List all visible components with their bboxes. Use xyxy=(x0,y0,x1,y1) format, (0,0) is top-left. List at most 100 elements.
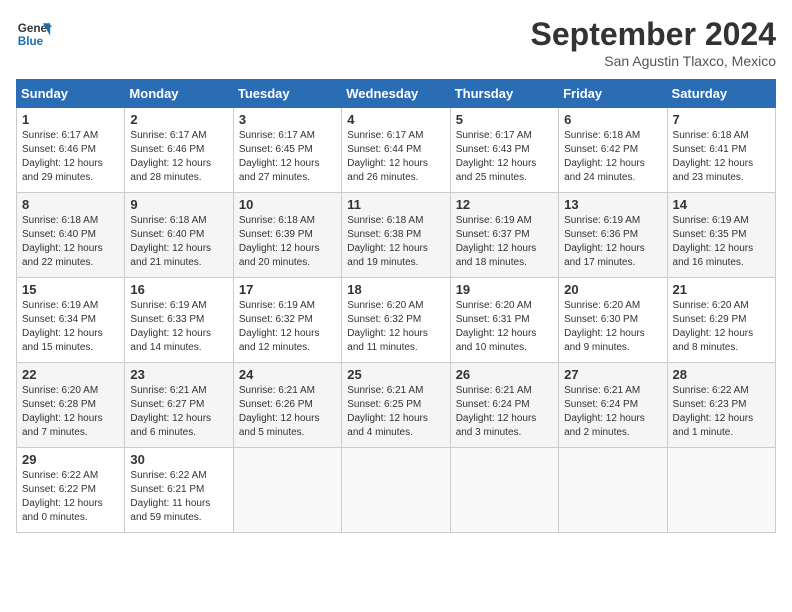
day-info: Sunrise: 6:21 AMSunset: 6:24 PMDaylight:… xyxy=(456,384,553,440)
day-info: Sunrise: 6:20 AMSunset: 6:32 PMDaylight:… xyxy=(347,299,444,355)
day-info: Sunrise: 6:20 AMSunset: 6:31 PMDaylight:… xyxy=(456,299,553,355)
calendar-cell xyxy=(667,448,775,533)
calendar-cell: 12 Sunrise: 6:19 AMSunset: 6:37 PMDayligh… xyxy=(450,193,558,278)
calendar-cell: 26Sunrise: 6:21 AMSunset: 6:24 PMDayligh… xyxy=(450,363,558,448)
day-info: Sunrise: 6:19 AMSunset: 6:32 PMDaylight:… xyxy=(239,299,336,355)
day-number: 4 xyxy=(347,112,444,127)
day-number: 25 xyxy=(347,367,444,382)
calendar-week-row: 8 Sunrise: 6:18 AMSunset: 6:40 PMDaylight… xyxy=(17,193,776,278)
col-monday: Monday xyxy=(125,80,233,108)
calendar-cell: 2 Sunrise: 6:17 AMSunset: 6:46 PMDaylight… xyxy=(125,108,233,193)
day-number: 11 xyxy=(347,197,444,212)
col-saturday: Saturday xyxy=(667,80,775,108)
calendar-week-row: 22 Sunrise: 6:20 AMSunset: 6:28 PMDayligh… xyxy=(17,363,776,448)
day-number: 9 xyxy=(130,197,227,212)
day-info: Sunrise: 6:21 AMSunset: 6:27 PMDaylight:… xyxy=(130,384,227,440)
day-info: Sunrise: 6:22 AMSunset: 6:21 PMDaylight:… xyxy=(130,469,227,525)
day-info: Sunrise: 6:18 AMSunset: 6:38 PMDaylight:… xyxy=(347,214,444,270)
day-info: Sunrise: 6:18 AMSunset: 6:41 PMDaylight:… xyxy=(673,129,770,185)
day-info: Sunrise: 6:22 AMSunset: 6:23 PMDaylight:… xyxy=(673,384,770,440)
day-info: Sunrise: 6:19 AMSunset: 6:35 PMDaylight:… xyxy=(673,214,770,270)
day-number: 1 xyxy=(22,112,119,127)
calendar-cell: 25 Sunrise: 6:21 AMSunset: 6:25 PMDayligh… xyxy=(342,363,450,448)
day-number: 16 xyxy=(130,282,227,297)
calendar-cell: 8 Sunrise: 6:18 AMSunset: 6:40 PMDaylight… xyxy=(17,193,125,278)
day-number: 8 xyxy=(22,197,119,212)
calendar-cell: 18Sunrise: 6:20 AMSunset: 6:32 PMDayligh… xyxy=(342,278,450,363)
calendar-cell: 14 Sunrise: 6:19 AMSunset: 6:35 PMDayligh… xyxy=(667,193,775,278)
day-info: Sunrise: 6:18 AMSunset: 6:40 PMDaylight:… xyxy=(130,214,227,270)
day-info: Sunrise: 6:21 AMSunset: 6:24 PMDaylight:… xyxy=(564,384,661,440)
day-info: Sunrise: 6:21 AMSunset: 6:26 PMDaylight:… xyxy=(239,384,336,440)
day-number: 6 xyxy=(564,112,661,127)
calendar-cell: 10 Sunrise: 6:18 AMSunset: 6:39 PMDayligh… xyxy=(233,193,341,278)
calendar-cell: 16 Sunrise: 6:19 AMSunset: 6:33 PMDayligh… xyxy=(125,278,233,363)
calendar-cell: 29 Sunrise: 6:22 AMSunset: 6:22 PMDayligh… xyxy=(17,448,125,533)
day-number: 10 xyxy=(239,197,336,212)
day-info: Sunrise: 6:21 AMSunset: 6:25 PMDaylight:… xyxy=(347,384,444,440)
calendar-cell: 23 Sunrise: 6:21 AMSunset: 6:27 PMDayligh… xyxy=(125,363,233,448)
day-number: 15 xyxy=(22,282,119,297)
calendar-cell: 30 Sunrise: 6:22 AMSunset: 6:21 PMDayligh… xyxy=(125,448,233,533)
calendar-cell: 11 Sunrise: 6:18 AMSunset: 6:38 PMDayligh… xyxy=(342,193,450,278)
day-info: Sunrise: 6:20 AMSunset: 6:28 PMDaylight:… xyxy=(22,384,119,440)
day-info: Sunrise: 6:17 AMSunset: 6:46 PMDaylight:… xyxy=(130,129,227,185)
day-number: 2 xyxy=(130,112,227,127)
day-number: 29 xyxy=(22,452,119,467)
calendar-cell: 19 Sunrise: 6:20 AMSunset: 6:31 PMDayligh… xyxy=(450,278,558,363)
day-info: Sunrise: 6:17 AMSunset: 6:46 PMDaylight:… xyxy=(22,129,119,185)
day-number: 14 xyxy=(673,197,770,212)
calendar-cell: 9 Sunrise: 6:18 AMSunset: 6:40 PMDaylight… xyxy=(125,193,233,278)
col-tuesday: Tuesday xyxy=(233,80,341,108)
day-info: Sunrise: 6:22 AMSunset: 6:22 PMDaylight:… xyxy=(22,469,119,525)
calendar-cell: 22 Sunrise: 6:20 AMSunset: 6:28 PMDayligh… xyxy=(17,363,125,448)
day-info: Sunrise: 6:20 AMSunset: 6:30 PMDaylight:… xyxy=(564,299,661,355)
calendar-cell: 27 Sunrise: 6:21 AMSunset: 6:24 PMDayligh… xyxy=(559,363,667,448)
calendar-cell: 24Sunrise: 6:21 AMSunset: 6:26 PMDayligh… xyxy=(233,363,341,448)
day-number: 21 xyxy=(673,282,770,297)
day-number: 7 xyxy=(673,112,770,127)
calendar-cell: 20Sunrise: 6:20 AMSunset: 6:30 PMDayligh… xyxy=(559,278,667,363)
day-info: Sunrise: 6:18 AMSunset: 6:39 PMDaylight:… xyxy=(239,214,336,270)
col-friday: Friday xyxy=(559,80,667,108)
day-info: Sunrise: 6:18 AMSunset: 6:40 PMDaylight:… xyxy=(22,214,119,270)
day-info: Sunrise: 6:19 AMSunset: 6:37 PMDaylight:… xyxy=(456,214,553,270)
day-info: Sunrise: 6:20 AMSunset: 6:29 PMDaylight:… xyxy=(673,299,770,355)
calendar-week-row: 1 Sunrise: 6:17 AMSunset: 6:46 PMDaylight… xyxy=(17,108,776,193)
day-info: Sunrise: 6:17 AMSunset: 6:43 PMDaylight:… xyxy=(456,129,553,185)
day-number: 5 xyxy=(456,112,553,127)
calendar-week-row: 29 Sunrise: 6:22 AMSunset: 6:22 PMDayligh… xyxy=(17,448,776,533)
svg-text:Blue: Blue xyxy=(18,35,44,48)
calendar-cell: 6 Sunrise: 6:18 AMSunset: 6:42 PMDaylight… xyxy=(559,108,667,193)
calendar-table: Sunday Monday Tuesday Wednesday Thursday… xyxy=(16,79,776,533)
logo-icon: General Blue xyxy=(16,16,52,52)
header: General Blue September 2024 San Agustin … xyxy=(16,16,776,69)
day-info: Sunrise: 6:18 AMSunset: 6:42 PMDaylight:… xyxy=(564,129,661,185)
calendar-subtitle: San Agustin Tlaxco, Mexico xyxy=(531,53,776,69)
logo: General Blue xyxy=(16,16,52,52)
day-number: 30 xyxy=(130,452,227,467)
calendar-cell: 5 Sunrise: 6:17 AMSunset: 6:43 PMDaylight… xyxy=(450,108,558,193)
day-number: 19 xyxy=(456,282,553,297)
day-number: 22 xyxy=(22,367,119,382)
day-info: Sunrise: 6:17 AMSunset: 6:45 PMDaylight:… xyxy=(239,129,336,185)
calendar-week-row: 15 Sunrise: 6:19 AMSunset: 6:34 PMDayligh… xyxy=(17,278,776,363)
calendar-cell: 21 Sunrise: 6:20 AMSunset: 6:29 PMDayligh… xyxy=(667,278,775,363)
calendar-cell xyxy=(233,448,341,533)
col-thursday: Thursday xyxy=(450,80,558,108)
day-number: 12 xyxy=(456,197,553,212)
calendar-cell: 15 Sunrise: 6:19 AMSunset: 6:34 PMDayligh… xyxy=(17,278,125,363)
calendar-cell: 28 Sunrise: 6:22 AMSunset: 6:23 PMDayligh… xyxy=(667,363,775,448)
calendar-cell: 3 Sunrise: 6:17 AMSunset: 6:45 PMDaylight… xyxy=(233,108,341,193)
day-number: 3 xyxy=(239,112,336,127)
day-number: 27 xyxy=(564,367,661,382)
day-number: 28 xyxy=(673,367,770,382)
day-info: Sunrise: 6:19 AMSunset: 6:34 PMDaylight:… xyxy=(22,299,119,355)
calendar-cell xyxy=(450,448,558,533)
day-number: 23 xyxy=(130,367,227,382)
day-info: Sunrise: 6:19 AMSunset: 6:36 PMDaylight:… xyxy=(564,214,661,270)
calendar-cell: 13Sunrise: 6:19 AMSunset: 6:36 PMDayligh… xyxy=(559,193,667,278)
calendar-cell: 17Sunrise: 6:19 AMSunset: 6:32 PMDayligh… xyxy=(233,278,341,363)
day-info: Sunrise: 6:17 AMSunset: 6:44 PMDaylight:… xyxy=(347,129,444,185)
day-info: Sunrise: 6:19 AMSunset: 6:33 PMDaylight:… xyxy=(130,299,227,355)
